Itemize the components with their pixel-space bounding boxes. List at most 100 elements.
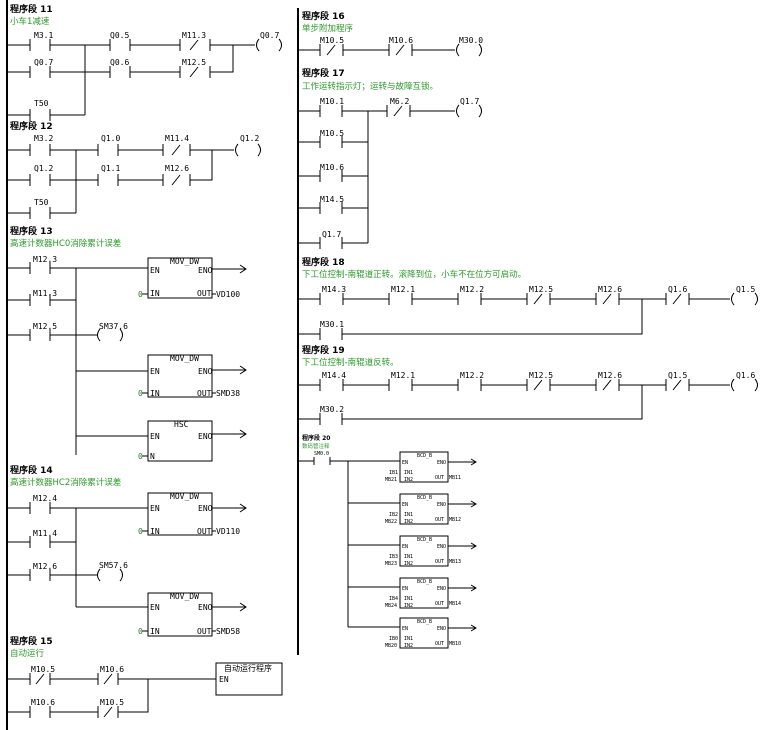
nc-contact[interactable] <box>595 379 620 391</box>
function-box-bcd-b[interactable]: BCD_B EN ENO IN1 IN2 OUT <box>399 451 449 483</box>
nc-contact[interactable] <box>526 379 551 391</box>
nc-contact[interactable] <box>386 105 411 117</box>
network-comment: 高速计数器HC0消除累计误差 <box>10 238 121 249</box>
nc-contact[interactable] <box>179 66 211 78</box>
contact-address: M11.4 <box>33 529 57 538</box>
nc-contact[interactable] <box>665 293 690 305</box>
box-output-value: MB10 <box>449 641 461 647</box>
no-contact[interactable] <box>29 207 51 219</box>
no-contact[interactable] <box>319 328 343 340</box>
no-contact[interactable] <box>319 379 344 391</box>
no-contact[interactable] <box>313 457 331 465</box>
svg-text:MOV_DW: MOV_DW <box>170 492 199 501</box>
coil[interactable] <box>731 378 758 392</box>
svg-text:ENO: ENO <box>198 603 213 612</box>
contact-address: M12.5 <box>529 371 553 380</box>
svg-text:ENO: ENO <box>198 367 213 376</box>
no-contact[interactable] <box>97 174 119 186</box>
function-box-bcd-b[interactable]: BCD_B EN ENO IN1 IN2 OUT <box>399 535 449 567</box>
function-box-mov-dw[interactable]: MOV_DW EN ENO IN OUT <box>147 492 213 536</box>
coil[interactable] <box>235 143 261 157</box>
contact-address: T50 <box>34 198 49 207</box>
coil[interactable] <box>456 104 482 118</box>
svg-text:EN: EN <box>402 586 408 592</box>
no-contact[interactable] <box>319 293 344 305</box>
function-box-mov-dw[interactable]: MOV_DW EN ENO IN OUT <box>147 354 213 398</box>
svg-text:OUT: OUT <box>197 289 212 298</box>
box-output-value: VD110 <box>216 527 240 536</box>
svg-text:OUT: OUT <box>435 475 444 481</box>
no-contact[interactable] <box>109 39 131 51</box>
nc-contact[interactable] <box>665 379 690 391</box>
svg-text:IN2: IN2 <box>404 519 413 525</box>
function-box-bcd-b[interactable]: BCD_B EN ENO IN1 IN2 OUT <box>399 577 449 609</box>
function-box-mov-dw[interactable]: MOV_DW EN ENO IN OUT <box>147 592 213 637</box>
svg-text:IN: IN <box>150 289 160 298</box>
no-contact[interactable] <box>29 144 51 156</box>
no-contact[interactable] <box>29 39 51 51</box>
coil-address: SM57.6 <box>99 561 128 570</box>
svg-text:MOV_DW: MOV_DW <box>170 592 199 601</box>
svg-text:BCD_B: BCD_B <box>417 537 432 543</box>
nc-contact[interactable] <box>162 144 191 156</box>
coil-address: SM37.6 <box>99 322 128 331</box>
network-title: 程序段 17 <box>302 67 345 79</box>
nc-contact[interactable] <box>319 44 344 56</box>
nc-contact[interactable] <box>97 706 119 718</box>
no-contact[interactable] <box>319 413 343 425</box>
nc-contact[interactable] <box>179 39 211 51</box>
coil[interactable] <box>97 568 123 582</box>
coil[interactable] <box>456 43 482 57</box>
network-comment: 数码管注释 <box>302 442 330 450</box>
svg-text:ENO: ENO <box>437 544 446 550</box>
svg-text:EN: EN <box>402 544 408 550</box>
no-contact[interactable] <box>97 144 119 156</box>
contact-address: M11.3 <box>182 31 206 40</box>
nc-contact[interactable] <box>162 174 191 186</box>
network-title: 程序段 15 <box>10 635 53 647</box>
function-box-mov-dw[interactable]: MOV_DW EN ENO IN OUT <box>147 257 213 299</box>
box-output-value: MB13 <box>449 559 461 565</box>
coil[interactable] <box>731 292 758 306</box>
no-contact[interactable] <box>109 66 131 78</box>
no-contact[interactable] <box>29 66 51 78</box>
contact-address: M12.4 <box>33 494 57 503</box>
box-input-value: MB24 <box>385 603 397 609</box>
nc-contact[interactable] <box>595 293 620 305</box>
no-contact[interactable] <box>457 293 482 305</box>
rung-wire <box>210 45 234 73</box>
svg-text:IN2: IN2 <box>404 561 413 567</box>
nc-contact[interactable] <box>97 673 119 685</box>
contact-address: M12.6 <box>598 285 622 294</box>
function-box-bcd-b[interactable]: BCD_B EN ENO IN1 IN2 OUT <box>399 617 449 649</box>
function-box-hsc[interactable]: HSC EN ENO N <box>147 420 213 462</box>
rung-wire <box>342 385 643 420</box>
no-contact[interactable] <box>29 706 51 718</box>
no-contact[interactable] <box>29 174 51 186</box>
box-input-value: MB21 <box>385 477 397 483</box>
contact-address: Q1.1 <box>101 164 120 173</box>
svg-text:OUT: OUT <box>435 641 444 647</box>
nc-contact[interactable] <box>388 44 413 56</box>
svg-text:IN2: IN2 <box>404 477 413 483</box>
no-contact[interactable] <box>319 105 343 117</box>
network-title: 程序段 19 <box>302 344 345 356</box>
svg-text:EN: EN <box>150 367 160 376</box>
coil[interactable] <box>256 38 282 52</box>
box-input-value: 0 <box>138 389 143 398</box>
no-contact[interactable] <box>29 109 51 121</box>
nc-contact[interactable] <box>526 293 551 305</box>
function-box-bcd-b[interactable]: BCD_B EN ENO IN1 IN2 OUT <box>399 493 449 525</box>
box-input-value: 0 <box>138 627 143 636</box>
box-output-value: MB14 <box>449 601 461 607</box>
box-input-value: MB20 <box>385 643 397 649</box>
svg-text:IN: IN <box>150 627 160 636</box>
no-contact[interactable] <box>388 293 413 305</box>
no-contact[interactable] <box>29 502 51 514</box>
no-contact[interactable] <box>388 379 413 391</box>
no-contact[interactable] <box>457 379 482 391</box>
contact-address: M10.6 <box>31 698 55 707</box>
svg-text:IN: IN <box>150 389 160 398</box>
nc-contact[interactable] <box>29 673 51 685</box>
function-box-auto-run[interactable]: 自动运行程序 EN <box>215 662 283 696</box>
